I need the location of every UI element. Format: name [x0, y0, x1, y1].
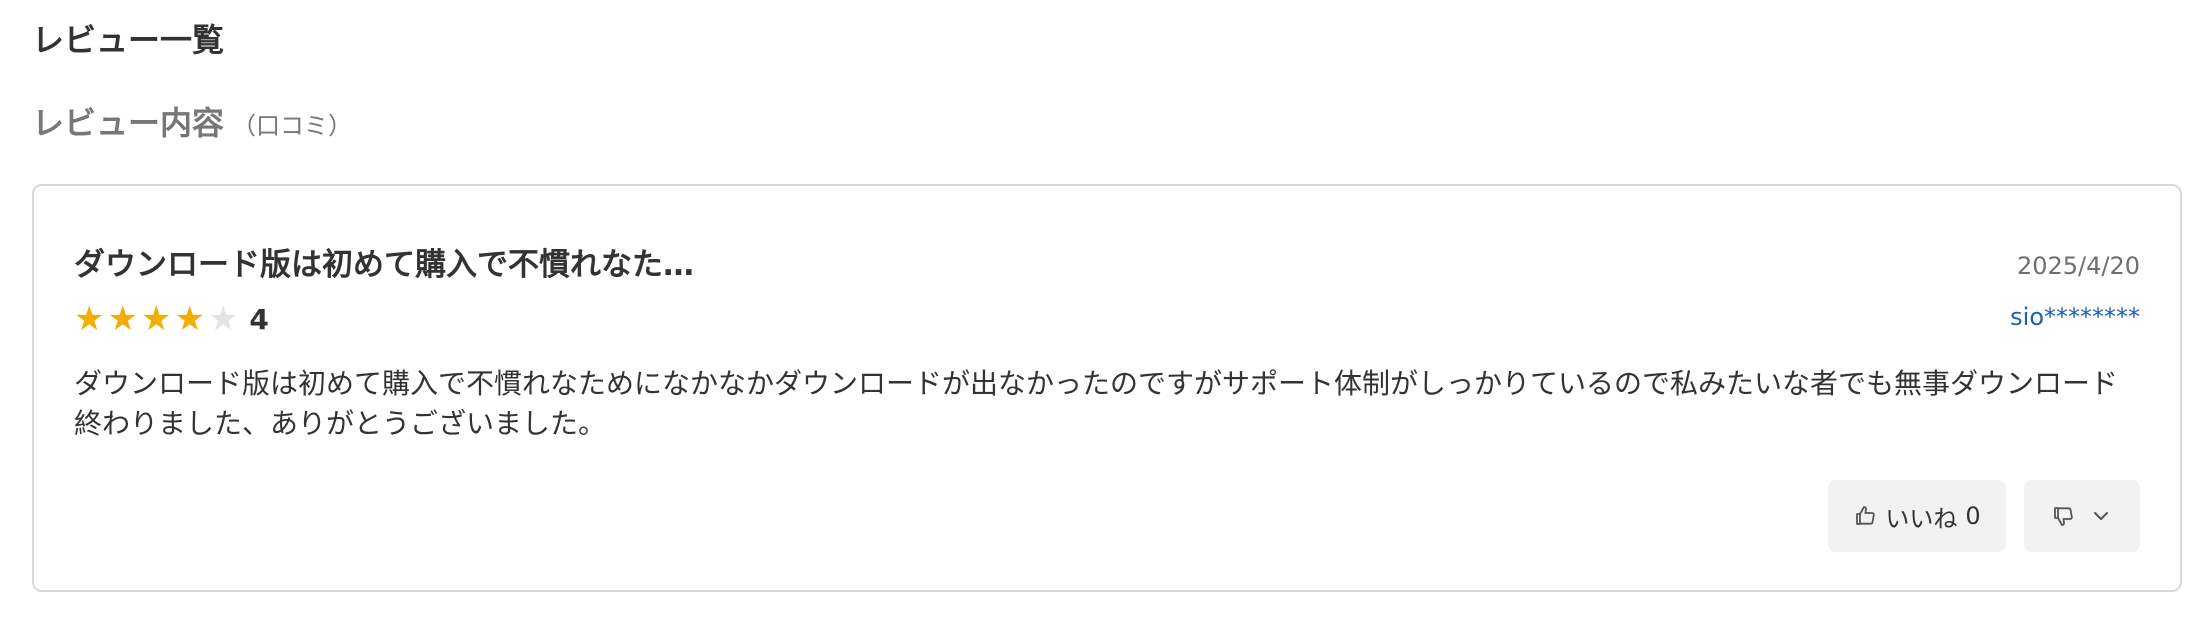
star-icon: ★ [140, 299, 172, 339]
review-body: ダウンロード版は初めて購入で不慣れなためになかなかダウンロードが出なかったのです… [74, 367, 2119, 440]
thumb-down-icon [2051, 504, 2075, 528]
star-icon: ★ [107, 299, 138, 339]
review-list-page: レビュー一覧 レビュー内容 （口コミ） ダウンロード版は初めて購入で不慣れなた…… [0, 0, 2212, 620]
dislike-menu-button[interactable] [2024, 480, 2140, 552]
rating-value: 4 [249, 302, 269, 336]
star-icon: ★ [174, 299, 205, 339]
review-content-heading: レビュー内容 （口コミ） [32, 98, 352, 151]
chevron-down-icon [2089, 504, 2113, 528]
star-icon: ★ [74, 299, 105, 339]
star-rating: ★ ★ ★ ★ ★ 4 [74, 294, 269, 344]
review-list-heading: レビュー一覧 [32, 21, 225, 59]
like-label: いいね [1885, 504, 1958, 533]
reviewer-name-link[interactable]: sio******** [2010, 296, 2140, 338]
review-title: ダウンロード版は初めて購入で不慣れなた… [74, 247, 694, 283]
review-content-note: （口コミ） [232, 112, 353, 140]
review-actions: いいね 0 [1828, 480, 2140, 552]
review-card: ダウンロード版は初めて購入で不慣れなた… 2025/4/20 ★ ★ ★ ★ ★… [32, 184, 2182, 592]
like-count: 0 [1965, 502, 1981, 530]
empty-star-icon: ★ [207, 299, 239, 339]
review-content-title: レビュー内容 [32, 104, 225, 142]
thumb-up-icon [1853, 504, 1877, 528]
review-date: 2025/4/20 [2016, 252, 2140, 280]
like-button[interactable]: いいね 0 [1828, 480, 2006, 552]
